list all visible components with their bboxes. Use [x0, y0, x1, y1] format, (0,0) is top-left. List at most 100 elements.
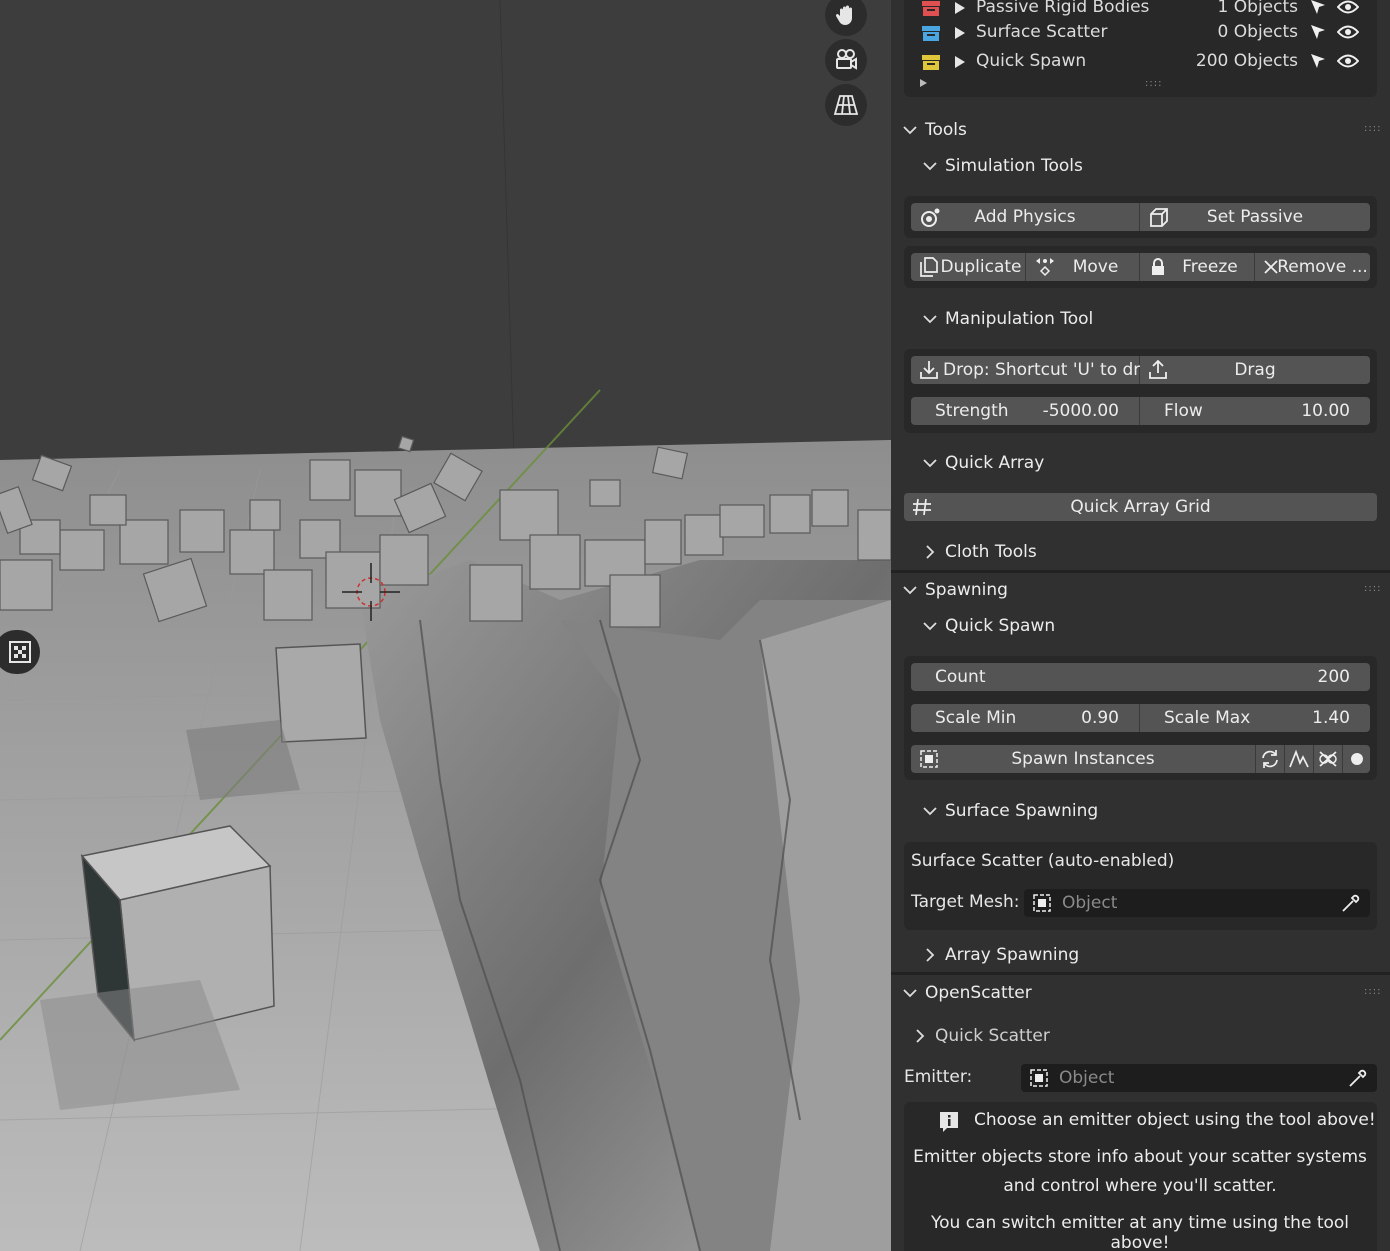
tools-panel-header[interactable]: Tools [903, 120, 967, 140]
3d-viewport[interactable] [0, 0, 891, 1251]
collection-name: Surface Scatter [976, 22, 1108, 42]
button-label: Quick Array Grid [1070, 497, 1211, 517]
quick-array-header[interactable]: Quick Array [923, 453, 1044, 473]
random-button[interactable] [1314, 745, 1343, 773]
resize-grip-icon[interactable]: :::: [1145, 78, 1162, 89]
select-pointer-icon[interactable] [1309, 23, 1327, 46]
duplicate-button[interactable]: Duplicate [911, 253, 1026, 281]
panel-divider [891, 570, 1390, 573]
freeze-button[interactable]: Freeze [1140, 253, 1255, 281]
record-button[interactable] [1343, 745, 1370, 773]
expand-arrow-icon[interactable] [955, 27, 965, 39]
select-pointer-icon[interactable] [1309, 52, 1327, 75]
select-pointer-icon[interactable] [1309, 0, 1327, 21]
openscatter-panel-header[interactable]: OpenScatter [903, 983, 1032, 1003]
emitter-field[interactable]: Object [1021, 1064, 1377, 1092]
eye-icon[interactable] [1336, 24, 1360, 45]
subpanel-title: Surface Spawning [945, 801, 1099, 821]
field-placeholder: Object [1059, 1068, 1115, 1088]
field-label: Scale Min [935, 708, 1017, 728]
subpanel-title: Quick Spawn [945, 616, 1056, 636]
add-physics-button[interactable]: Add Physics [911, 203, 1140, 231]
eyedropper-icon[interactable] [1347, 1067, 1369, 1089]
eye-icon[interactable] [1336, 0, 1360, 20]
eye-icon[interactable] [1336, 53, 1360, 74]
set-passive-button[interactable]: Set Passive [1140, 203, 1370, 231]
drag-grip-icon[interactable]: :::: [1364, 123, 1381, 134]
upload-icon [1149, 360, 1167, 379]
panel-title: OpenScatter [925, 983, 1032, 1003]
lock-icon [1152, 258, 1164, 275]
button-label: Spawn Instances [1011, 749, 1155, 769]
cloth-tools-header[interactable]: Cloth Tools [923, 542, 1037, 562]
button-label: Remove ... [1277, 257, 1368, 277]
field-label: Scale Max [1164, 708, 1251, 728]
object-count: 200 Objects [1195, 51, 1298, 71]
field-value: 0.90 [1081, 708, 1119, 728]
quick-scatter-header[interactable]: Quick Scatter [913, 1026, 1050, 1046]
field-label: Flow [1164, 401, 1203, 421]
scale-max-field[interactable]: Scale Max 1.40 [1140, 704, 1370, 732]
chevron-down-icon [923, 807, 937, 816]
outliner-row[interactable]: Surface Scatter 0 Objects [891, 19, 1390, 47]
object-icon [920, 750, 938, 768]
simulation-tools-header[interactable]: Simulation Tools [923, 156, 1083, 176]
expand-arrow-icon[interactable] [955, 56, 965, 68]
spawning-panel-header[interactable]: Spawning [903, 580, 1008, 600]
duplicate-icon [920, 257, 938, 277]
refresh-icon [1262, 750, 1278, 768]
outliner-expand-icon[interactable] [920, 79, 927, 87]
object-icon [1030, 1069, 1048, 1087]
surface-spawning-header[interactable]: Surface Spawning [923, 801, 1098, 821]
curve-button[interactable] [1285, 745, 1314, 773]
drag-button[interactable]: Drag [1140, 356, 1370, 384]
button-label: Drag [1234, 360, 1276, 380]
target-mesh-field[interactable]: Object [1024, 889, 1370, 917]
subpanel-title: Quick Scatter [935, 1026, 1050, 1046]
collection-name: Passive Rigid Bodies [976, 0, 1150, 17]
chevron-down-icon [903, 989, 917, 998]
eyedropper-icon[interactable] [1340, 892, 1362, 914]
expand-arrow-icon[interactable] [955, 2, 965, 14]
subpanel-title: Manipulation Tool [945, 309, 1094, 329]
drag-grip-icon[interactable]: :::: [1364, 583, 1381, 594]
chevron-down-icon [903, 126, 917, 135]
outliner-row[interactable]: Quick Spawn 200 Objects [891, 48, 1390, 76]
subpanel-title: Cloth Tools [945, 542, 1037, 562]
move-button[interactable]: Move [1026, 253, 1140, 281]
flow-field[interactable]: Flow 10.00 [1140, 397, 1370, 425]
strength-field[interactable]: Strength -5000.00 [911, 397, 1140, 425]
field-value: 200 [1317, 667, 1350, 687]
chevron-right-icon [916, 1029, 925, 1043]
perspective-toggle-button[interactable] [825, 84, 867, 126]
subpanel-title: Quick Array [945, 453, 1045, 473]
emitter-info-line-4: You can switch emitter at any time using… [930, 1213, 1350, 1251]
emitter-info-line-1: Choose an emitter object using the tool … [974, 1110, 1376, 1130]
dot-icon [1350, 753, 1363, 765]
chevron-down-icon [923, 315, 937, 324]
move-icon [1036, 258, 1054, 277]
panel-title: Tools [925, 120, 967, 140]
camera-view-button[interactable] [825, 39, 867, 81]
button-label: Add Physics [974, 207, 1076, 227]
remove-button[interactable]: Remove ... [1255, 253, 1370, 281]
field-placeholder: Object [1062, 893, 1118, 913]
scale-min-field[interactable]: Scale Min 0.90 [911, 704, 1140, 732]
count-field[interactable]: Count 200 [911, 663, 1370, 691]
scene-render [0, 0, 891, 1251]
collection-yellow-icon [921, 53, 941, 71]
field-value: -5000.00 [1042, 401, 1119, 421]
chevron-right-icon [926, 545, 935, 559]
quick-array-grid-button[interactable]: Quick Array Grid [904, 493, 1377, 521]
checker-icon [9, 641, 31, 663]
refresh-button[interactable] [1256, 745, 1285, 773]
drop-button[interactable]: Drop: Shortcut 'U' to dr... [911, 356, 1155, 384]
field-label: Count [935, 667, 986, 687]
chevron-down-icon [923, 622, 937, 631]
shuffle-icon [1319, 751, 1337, 767]
manipulation-tool-header[interactable]: Manipulation Tool [923, 309, 1093, 329]
quick-spawn-header[interactable]: Quick Spawn [923, 616, 1055, 636]
spawn-instances-button[interactable]: Spawn Instances [911, 745, 1256, 773]
array-spawning-header[interactable]: Array Spawning [923, 945, 1079, 965]
drag-grip-icon[interactable]: :::: [1364, 986, 1381, 997]
